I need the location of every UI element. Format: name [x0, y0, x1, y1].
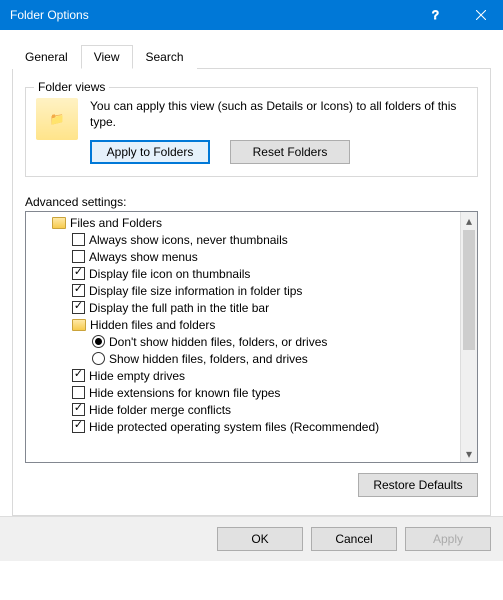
- tree-item-label: Hide protected operating system files (R…: [89, 420, 379, 434]
- tab-bar: General View Search: [12, 44, 491, 69]
- tree-group-label: Hidden files and folders: [90, 318, 215, 332]
- scroll-up-icon[interactable]: ▴: [461, 212, 477, 229]
- folder-views-icon: 📁: [36, 98, 78, 140]
- folder-views-desc: You can apply this view (such as Details…: [90, 98, 467, 130]
- checkbox-icon[interactable]: [72, 301, 85, 314]
- tree-item-label: Display file size information in folder …: [89, 284, 302, 298]
- folder-views-group: Folder views 📁 You can apply this view (…: [25, 87, 478, 177]
- checkbox-icon[interactable]: [72, 267, 85, 280]
- folder-views-title: Folder views: [34, 80, 109, 94]
- checkbox-icon[interactable]: [72, 386, 85, 399]
- apply-button[interactable]: Apply: [405, 527, 491, 551]
- advanced-settings-tree[interactable]: Files and Folders Always show icons, nev…: [25, 211, 478, 463]
- tab-panel-view: Folder views 📁 You can apply this view (…: [12, 69, 491, 516]
- tree-item-label: Always show icons, never thumbnails: [89, 233, 288, 247]
- tree-root-label: Files and Folders: [70, 216, 162, 230]
- tree-item-label: Don't show hidden files, folders, or dri…: [109, 335, 327, 349]
- tree-item-label: Hide folder merge conflicts: [89, 403, 231, 417]
- tree-item-label: Always show menus: [89, 250, 198, 264]
- checkbox-icon[interactable]: [72, 284, 85, 297]
- tree-item[interactable]: Always show icons, never thumbnails: [28, 231, 475, 248]
- tree-item-label: Display the full path in the title bar: [89, 301, 269, 315]
- radio-icon[interactable]: [92, 335, 105, 348]
- window-title: Folder Options: [10, 8, 413, 22]
- folder-views-text: You can apply this view (such as Details…: [90, 98, 467, 164]
- tab-view[interactable]: View: [81, 45, 133, 69]
- checkbox-icon[interactable]: [72, 250, 85, 263]
- tree-item[interactable]: Display file icon on thumbnails: [28, 265, 475, 282]
- tree-radio-item[interactable]: Show hidden files, folders, and drives: [28, 350, 475, 367]
- tree-item-label: Hide empty drives: [89, 369, 185, 383]
- checkbox-icon[interactable]: [72, 369, 85, 382]
- tree-item-label: Hide extensions for known file types: [89, 386, 280, 400]
- advanced-settings-label: Advanced settings:: [25, 195, 478, 209]
- scroll-down-icon[interactable]: ▾: [461, 445, 477, 462]
- radio-icon[interactable]: [92, 352, 105, 365]
- restore-defaults-button[interactable]: Restore Defaults: [358, 473, 478, 497]
- dialog-body: General View Search Folder views 📁 You c…: [0, 30, 503, 516]
- tab-general[interactable]: General: [12, 45, 81, 69]
- folder-icon: [72, 319, 86, 331]
- tree-item[interactable]: Display file size information in folder …: [28, 282, 475, 299]
- tree-radio-item[interactable]: Don't show hidden files, folders, or dri…: [28, 333, 475, 350]
- svg-text:?: ?: [432, 9, 439, 21]
- window-controls: ?: [413, 0, 503, 30]
- close-button[interactable]: [458, 0, 503, 30]
- cancel-button[interactable]: Cancel: [311, 527, 397, 551]
- titlebar: Folder Options ?: [0, 0, 503, 30]
- tree-group: Hidden files and folders: [28, 316, 475, 333]
- tree-item[interactable]: Hide extensions for known file types: [28, 384, 475, 401]
- tree-item[interactable]: Always show menus: [28, 248, 475, 265]
- checkbox-icon[interactable]: [72, 420, 85, 433]
- checkbox-icon[interactable]: [72, 233, 85, 246]
- dialog-footer: OK Cancel Apply: [0, 516, 503, 561]
- tree-item[interactable]: Hide protected operating system files (R…: [28, 418, 475, 435]
- tree-item-label: Show hidden files, folders, and drives: [109, 352, 308, 366]
- tab-search[interactable]: Search: [133, 45, 197, 69]
- ok-button[interactable]: OK: [217, 527, 303, 551]
- tree-item[interactable]: Display the full path in the title bar: [28, 299, 475, 316]
- tree-root: Files and Folders: [28, 214, 475, 231]
- scroll-thumb[interactable]: [463, 230, 475, 350]
- folder-icon: [52, 217, 66, 229]
- tree-item[interactable]: Hide folder merge conflicts: [28, 401, 475, 418]
- help-button[interactable]: ?: [413, 0, 458, 30]
- scrollbar[interactable]: ▴ ▾: [460, 212, 477, 462]
- tree-item-label: Display file icon on thumbnails: [89, 267, 250, 281]
- apply-to-folders-button[interactable]: Apply to Folders: [90, 140, 210, 164]
- tree-item[interactable]: Hide empty drives: [28, 367, 475, 384]
- checkbox-icon[interactable]: [72, 403, 85, 416]
- reset-folders-button[interactable]: Reset Folders: [230, 140, 350, 164]
